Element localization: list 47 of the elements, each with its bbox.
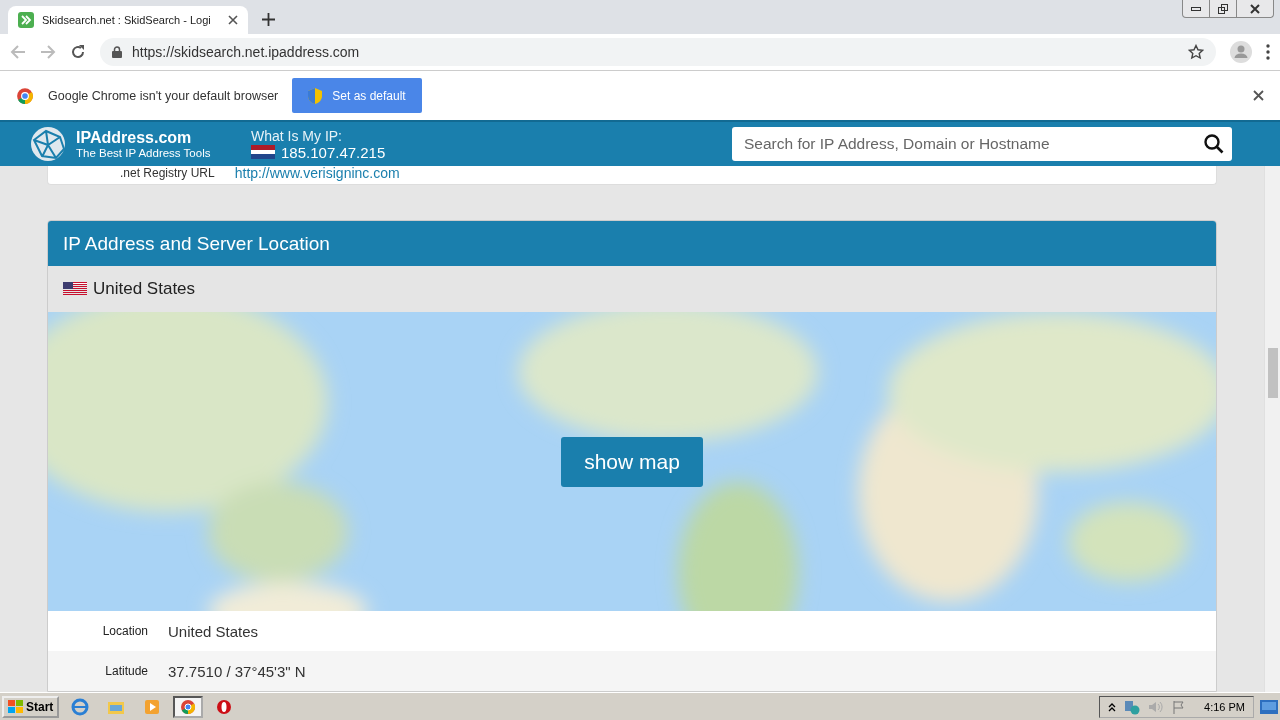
registry-label: .net Registry URL <box>120 166 215 180</box>
set-default-button[interactable]: Set as default <box>292 78 422 113</box>
profile-icon[interactable] <box>1230 41 1252 63</box>
restore-icon <box>1217 2 1229 15</box>
row-label: Location <box>101 624 148 638</box>
reload-icon[interactable] <box>70 44 86 60</box>
opera-icon <box>216 698 233 715</box>
row-label: Latitude <box>104 664 148 678</box>
windows-logo-icon <box>8 699 24 714</box>
close-icon <box>1249 3 1261 14</box>
row-value: 37.7510 / 37°45'3" N <box>168 662 306 680</box>
new-tab-icon[interactable] <box>262 13 275 26</box>
registry-link[interactable]: http://www.verisigninc.com <box>234 166 400 180</box>
scrollbar[interactable] <box>1264 166 1280 692</box>
my-ip-label: What Is My IP: <box>251 127 343 144</box>
search-bar[interactable]: Search for IP Address, Domain or Hostname <box>732 127 1232 161</box>
shield-icon <box>308 87 323 104</box>
tab-title: Skidsearch.net : SkidSearch - Logi <box>42 14 212 26</box>
play-icon <box>144 698 161 715</box>
row-value: United States <box>168 622 259 640</box>
country-name: United States <box>93 279 196 299</box>
lock-icon <box>112 46 122 58</box>
menu-icon[interactable] <box>1266 44 1270 60</box>
minimize-icon <box>1191 5 1201 12</box>
chevron-up-icon[interactable] <box>1108 701 1117 712</box>
show-map-button[interactable]: show map <box>561 437 703 487</box>
site-favicon-icon <box>18 12 34 28</box>
us-flag-icon <box>63 282 87 296</box>
site-title[interactable]: IPAddress.com <box>76 129 241 147</box>
desktop-icon[interactable] <box>1260 699 1278 714</box>
start-button[interactable]: Start <box>2 695 60 718</box>
clock: 4:16 PM <box>1204 700 1245 713</box>
close-icon[interactable] <box>228 15 238 25</box>
star-icon[interactable] <box>1188 44 1204 60</box>
ip-address: 185.107.47.215 <box>281 143 386 161</box>
chrome-icon <box>16 86 34 105</box>
chrome-icon <box>180 698 197 715</box>
default-browser-message: Google Chrome isn't your default browser <box>48 88 279 103</box>
browser-tab[interactable]: Skidsearch.net : SkidSearch - Logi <box>8 6 248 34</box>
taskbar-app[interactable] <box>173 695 204 718</box>
search-icon[interactable] <box>1204 134 1224 154</box>
globe-logo-icon <box>30 126 66 162</box>
close-icon[interactable] <box>1253 90 1264 101</box>
globe-icon <box>71 697 90 716</box>
panel-title: IP Address and Server Location <box>48 221 1216 266</box>
netherlands-flag-icon <box>251 145 275 159</box>
site-tagline: The Best IP Address Tools <box>76 147 212 159</box>
